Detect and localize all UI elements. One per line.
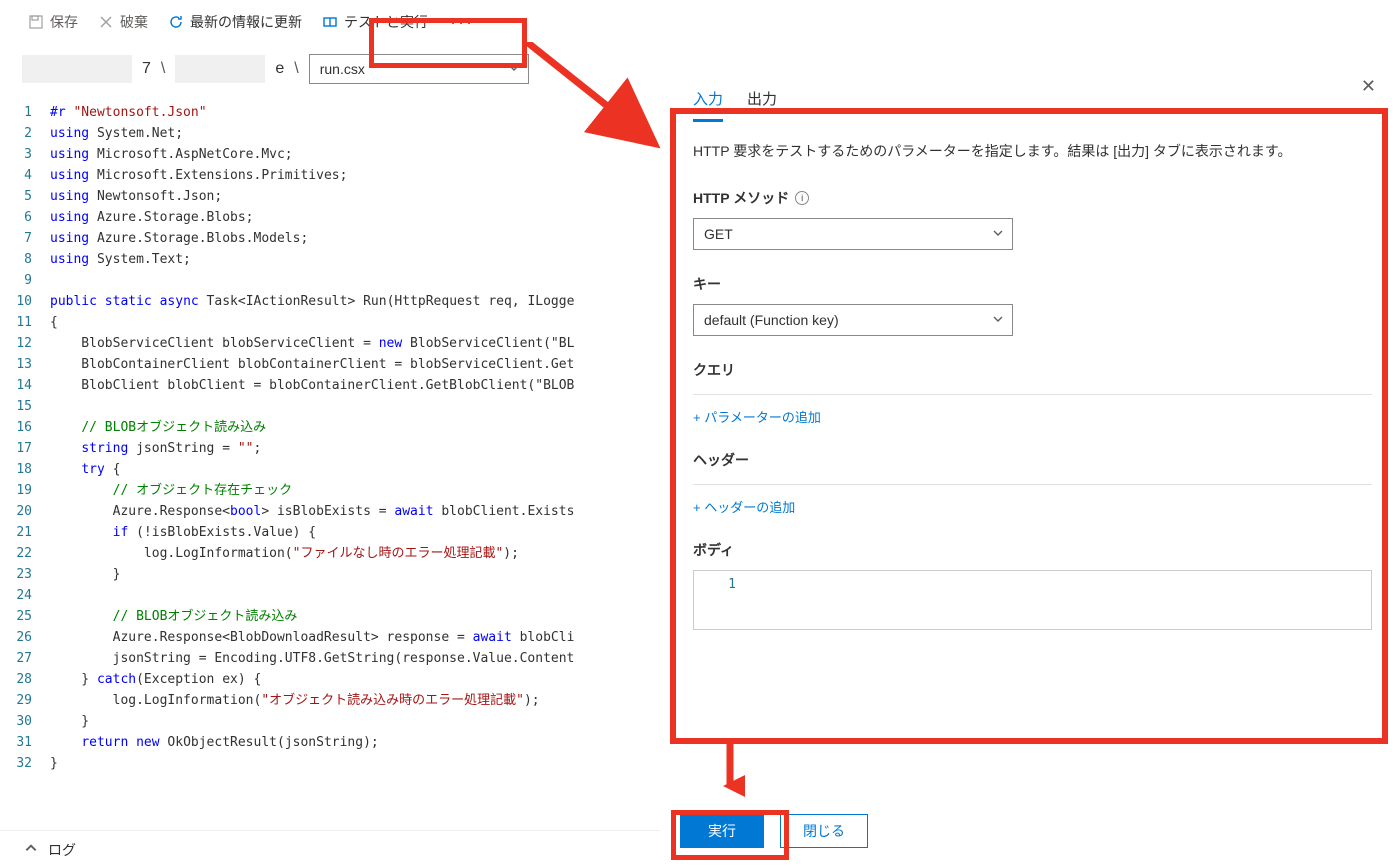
info-icon[interactable]: i <box>795 191 809 205</box>
chevron-down-icon <box>508 61 520 77</box>
code-line: 24 <box>0 585 660 606</box>
code-line: 5using Newtonsoft.Json; <box>0 186 660 207</box>
tab-input[interactable]: 入力 <box>693 88 723 122</box>
code-line: 3using Microsoft.AspNetCore.Mvc; <box>0 144 660 165</box>
breadcrumb-sep: \ <box>294 60 298 78</box>
code-line: 31 return new OkObjectResult(jsonString)… <box>0 732 660 753</box>
body-text[interactable] <box>750 571 1371 629</box>
code-line: 27 jsonString = Encoding.UTF8.GetString(… <box>0 648 660 669</box>
code-line: 19 // オブジェクト存在チェック <box>0 480 660 501</box>
code-line: 10public static async Task<IActionResult… <box>0 291 660 312</box>
test-run-icon <box>322 14 338 30</box>
code-line: 23 } <box>0 564 660 585</box>
close-button[interactable]: 閉じる <box>780 814 868 848</box>
close-icon <box>98 14 114 30</box>
chevron-up-icon <box>24 841 38 858</box>
code-line: 8using System.Text; <box>0 249 660 270</box>
save-label: 保存 <box>50 12 78 32</box>
refresh-icon <box>168 14 184 30</box>
refresh-label: 最新の情報に更新 <box>190 12 302 32</box>
code-line: 16 // BLOBオブジェクト読み込み <box>0 417 660 438</box>
close-panel-button[interactable]: ✕ <box>1361 76 1376 97</box>
run-button[interactable]: 実行 <box>680 814 764 848</box>
key-label: キー <box>693 274 1372 294</box>
save-button[interactable]: 保存 <box>20 6 86 38</box>
overflow-menu[interactable]: ··· <box>440 12 484 33</box>
key-value: default (Function key) <box>704 312 839 328</box>
panel-footer: 実行 閉じる <box>680 814 868 848</box>
toolbar: 保存 破棄 最新の情報に更新 テストと実行 ··· <box>0 0 1400 44</box>
code-line: 29 log.LogInformation("オブジェクト読み込み時のエラー処理… <box>0 690 660 711</box>
http-method-select[interactable]: GET <box>693 218 1013 250</box>
file-select[interactable]: run.csx <box>309 54 529 84</box>
http-method-label: HTTP メソッド i <box>693 188 1372 208</box>
query-label: クエリ <box>693 360 1372 380</box>
code-line: 17 string jsonString = ""; <box>0 438 660 459</box>
breadcrumb-sep: \ <box>161 60 165 78</box>
file-select-value: run.csx <box>320 61 365 77</box>
code-line: 22 log.LogInformation("ファイルなし時のエラー処理記載")… <box>0 543 660 564</box>
code-line: 12 BlobServiceClient blobServiceClient =… <box>0 333 660 354</box>
code-line: 1#r "Newtonsoft.Json" <box>0 102 660 123</box>
body-label: ボディ <box>693 540 1372 560</box>
code-line: 13 BlobContainerClient blobContainerClie… <box>0 354 660 375</box>
code-line: 20 Azure.Response<bool> isBlobExists = a… <box>0 501 660 522</box>
test-run-label: テストと実行 <box>344 12 428 32</box>
test-panel: ✕ 入力 出力 HTTP 要求をテストするためのパラメーターを指定します。結果は… <box>665 60 1400 868</box>
code-line: 9 <box>0 270 660 291</box>
code-line: 26 Azure.Response<BlobDownloadResult> re… <box>0 627 660 648</box>
body-editor[interactable]: 1 <box>693 570 1372 630</box>
code-line: 2using System.Net; <box>0 123 660 144</box>
code-line: 30 } <box>0 711 660 732</box>
save-icon <box>28 14 44 30</box>
chevron-down-icon <box>992 226 1004 242</box>
key-select[interactable]: default (Function key) <box>693 304 1013 336</box>
header-label: ヘッダー <box>693 450 1372 470</box>
code-line: 14 BlobClient blobClient = blobContainer… <box>0 375 660 396</box>
breadcrumb-seg2-tail: e <box>275 60 284 78</box>
divider <box>693 394 1372 395</box>
code-line: 11{ <box>0 312 660 333</box>
discard-label: 破棄 <box>120 12 148 32</box>
code-line: 7using Azure.Storage.Blobs.Models; <box>0 228 660 249</box>
discard-button[interactable]: 破棄 <box>90 6 156 38</box>
breadcrumb-seg1-redacted <box>22 55 132 83</box>
code-line: 32} <box>0 753 660 774</box>
log-label: ログ <box>48 840 76 860</box>
code-editor[interactable]: 1#r "Newtonsoft.Json"2using System.Net;3… <box>0 96 660 774</box>
panel-tabs: 入力 出力 <box>693 88 1372 122</box>
code-line: 4using Microsoft.Extensions.Primitives; <box>0 165 660 186</box>
log-footer[interactable]: ログ <box>0 830 660 868</box>
code-line: 18 try { <box>0 459 660 480</box>
panel-description: HTTP 要求をテストするためのパラメーターを指定します。結果は [出力] タブ… <box>693 140 1372 164</box>
test-run-button[interactable]: テストと実行 <box>314 6 436 38</box>
body-line-number: 1 <box>694 571 750 629</box>
code-line: 6using Azure.Storage.Blobs; <box>0 207 660 228</box>
divider <box>693 484 1372 485</box>
breadcrumb-seg1-tail: 7 <box>142 60 151 78</box>
add-header-link[interactable]: + ヘッダーの追加 <box>693 497 1372 516</box>
code-line: 15 <box>0 396 660 417</box>
code-line: 21 if (!isBlobExists.Value) { <box>0 522 660 543</box>
tab-output[interactable]: 出力 <box>747 88 777 122</box>
refresh-button[interactable]: 最新の情報に更新 <box>160 6 310 38</box>
add-query-param-link[interactable]: + パラメーターの追加 <box>693 407 1372 426</box>
breadcrumb-seg2-redacted <box>175 55 265 83</box>
code-line: 28 } catch(Exception ex) { <box>0 669 660 690</box>
http-method-value: GET <box>704 226 733 242</box>
code-line: 25 // BLOBオブジェクト読み込み <box>0 606 660 627</box>
chevron-down-icon <box>992 312 1004 328</box>
